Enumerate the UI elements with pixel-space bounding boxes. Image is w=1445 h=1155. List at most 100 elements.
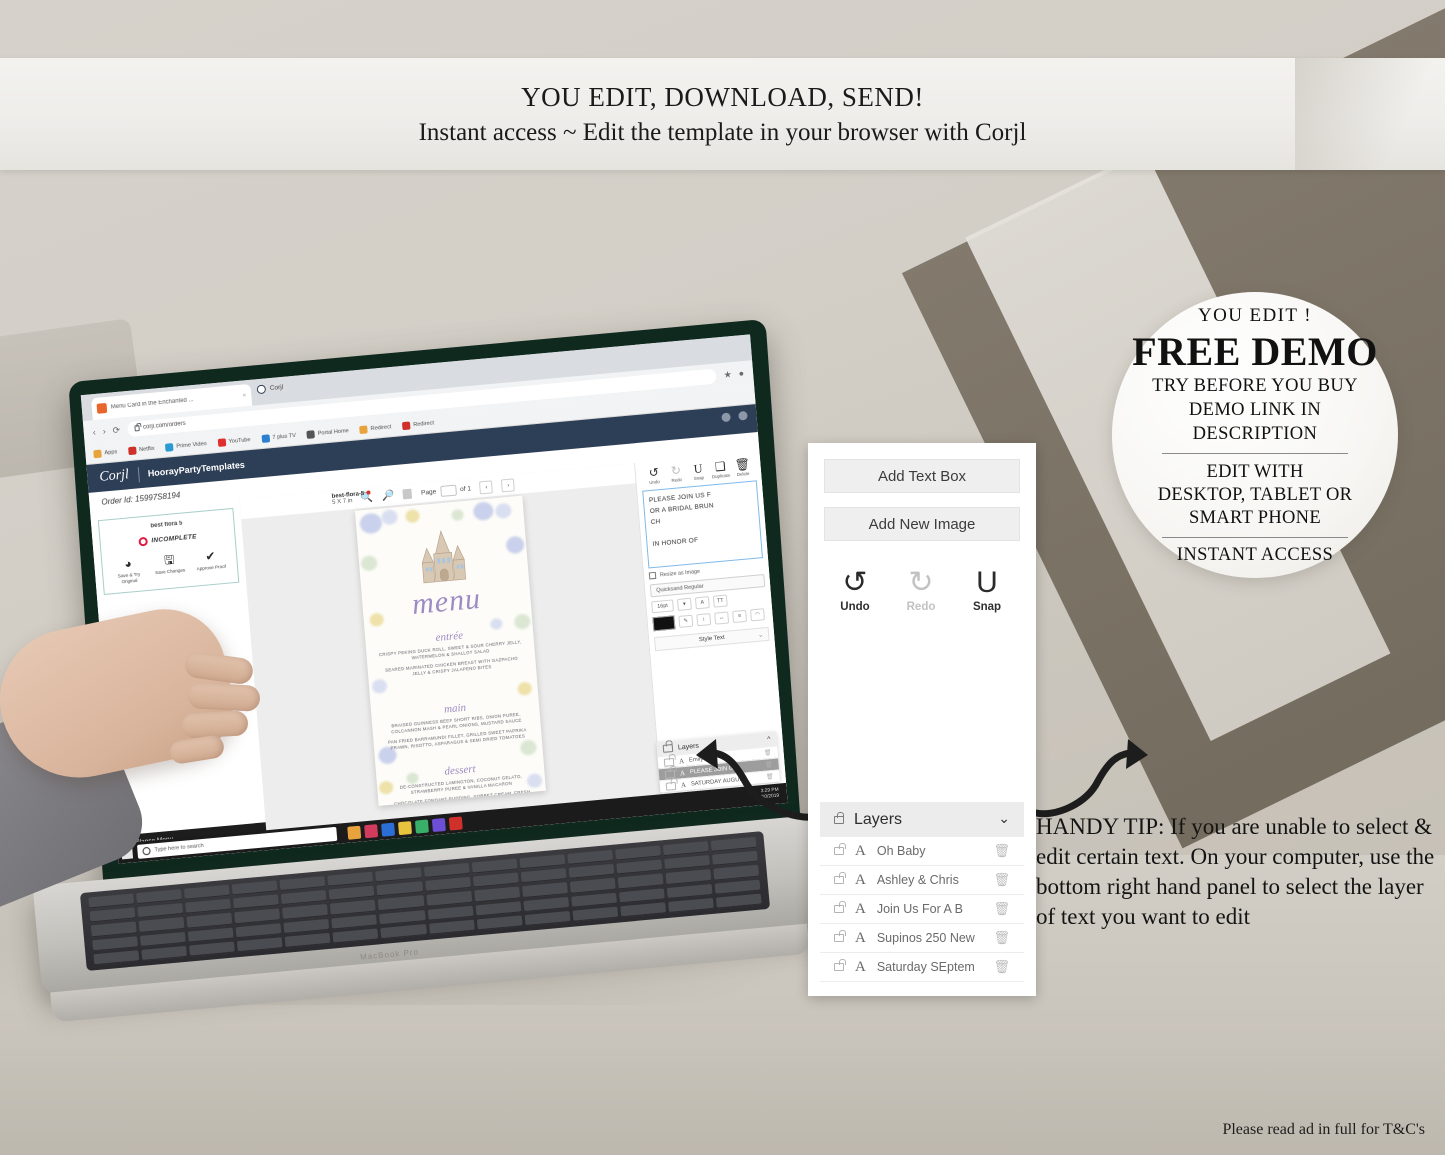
- add-text-box-button[interactable]: Add Text Box: [824, 459, 1020, 493]
- redo-icon[interactable]: ↻ Redo: [896, 567, 946, 614]
- menu-design-card[interactable]: menu entrée CRISPY PEKING DUCK ROLL, SWEE…: [354, 495, 546, 806]
- header-divider: [137, 466, 140, 482]
- keyboard-key: [332, 928, 379, 944]
- chevron-down-icon[interactable]: ⌄: [998, 811, 1010, 828]
- tool-label: Undo: [840, 601, 870, 613]
- cart-icon[interactable]: [721, 412, 731, 423]
- unlock-icon[interactable]: [834, 959, 846, 971]
- tool-label: Duplicate: [711, 472, 731, 480]
- align-button[interactable]: ≡: [732, 609, 748, 624]
- layer-row[interactable]: A Join Us For A B 🗑: [820, 895, 1024, 924]
- delete-icon[interactable]: 🗑 Delete: [731, 457, 754, 478]
- tab-close-icon[interactable]: ×: [242, 391, 247, 399]
- redo-icon[interactable]: ↻ Redo: [665, 463, 688, 484]
- trash-icon[interactable]: 🗑: [993, 872, 1010, 888]
- panel-actions: Add Text Box Add New Image: [808, 443, 1036, 555]
- order-id: Order Id: 15997S8194: [101, 490, 181, 507]
- back-icon[interactable]: ‹: [92, 427, 96, 437]
- demo-sub1: TRY BEFORE YOU BUY: [1152, 375, 1358, 396]
- layers-header[interactable]: Layers ⌄: [820, 802, 1024, 837]
- bookmark-favicon-icon: [306, 429, 316, 439]
- duplicate-icon[interactable]: ❏ Duplicate: [709, 459, 732, 480]
- keyboard-key: [664, 855, 710, 871]
- bookmark-item[interactable]: Apps: [93, 448, 117, 458]
- keyboard-key: [666, 883, 713, 899]
- bookmark-item[interactable]: Prime Video: [165, 440, 207, 452]
- keyboard-key: [184, 884, 230, 900]
- layer-row[interactable]: A Ashley & Chris 🗑: [820, 866, 1024, 895]
- zoom-out-icon[interactable]: 🔎: [381, 490, 394, 502]
- keyboard-key: [231, 880, 278, 896]
- keyboard-key: [330, 899, 377, 916]
- layer-row[interactable]: A Saturday SEptem 🗑: [820, 953, 1024, 982]
- floral-element: [369, 612, 385, 627]
- unlock-icon[interactable]: [834, 843, 846, 855]
- trash-icon[interactable]: [402, 488, 413, 500]
- curve-text-button[interactable]: ◠: [750, 608, 765, 622]
- text-color-swatch[interactable]: [652, 615, 676, 632]
- prev-page-button[interactable]: ‹: [479, 479, 494, 494]
- font-size-stepper[interactable]: ▾: [677, 597, 692, 611]
- bookmark-item[interactable]: 7 plus TV: [261, 431, 296, 443]
- taskbar-app-icon[interactable]: [431, 817, 446, 832]
- line-height-button[interactable]: ↕: [696, 613, 712, 627]
- text-edit-textarea[interactable]: PLEASE JOIN US F OR A BRIDAL BRUN CH IN …: [642, 480, 763, 569]
- taskbar-app-icon[interactable]: [414, 819, 429, 834]
- snap-icon[interactable]: U Snap: [687, 461, 710, 482]
- page-input[interactable]: [439, 484, 457, 497]
- reload-icon[interactable]: ⟳: [112, 424, 120, 436]
- unlock-icon[interactable]: [665, 781, 677, 791]
- taskbar-app-icon[interactable]: [347, 825, 362, 840]
- next-page-button[interactable]: ›: [501, 477, 516, 492]
- unlock-icon[interactable]: [834, 901, 846, 913]
- keyboard-key: [379, 909, 426, 925]
- text-layer-icon: A: [855, 871, 866, 888]
- star-icon[interactable]: ★: [723, 369, 732, 381]
- trash-icon[interactable]: 🗑: [993, 843, 1010, 859]
- style-text-section[interactable]: Style Text ⌄: [653, 626, 770, 652]
- undo-icon[interactable]: ↺ Undo: [830, 567, 880, 614]
- trash-icon[interactable]: 🗑: [993, 901, 1010, 917]
- bookmark-item[interactable]: YouTube: [217, 436, 251, 447]
- uppercase-button[interactable]: TT: [712, 594, 728, 608]
- header-actions: [721, 410, 748, 423]
- layer-row[interactable]: A Oh Baby 🗑: [820, 837, 1024, 866]
- bookmark-item[interactable]: Redirect: [359, 423, 392, 434]
- bookmark-item[interactable]: Netflix: [127, 444, 155, 455]
- incomplete-dot-icon: [138, 536, 148, 547]
- keyboard-key: [665, 869, 712, 885]
- style-text-label: Style Text: [698, 634, 725, 644]
- forward-icon[interactable]: ›: [102, 426, 106, 436]
- browser-tab-secondary[interactable]: Corjl: [256, 383, 284, 395]
- keyboard-key: [471, 858, 518, 874]
- bookmark-label: YouTube: [228, 436, 251, 445]
- lock-icon: [662, 744, 674, 753]
- unlock-icon[interactable]: [834, 930, 846, 942]
- checkbox-icon: [648, 571, 657, 580]
- taskbar-app-icon[interactable]: [448, 815, 463, 831]
- layer-row[interactable]: A Supinos 250 New 🗑: [820, 924, 1024, 953]
- shop-name: HoorayPartyTemplates: [147, 459, 246, 479]
- taskbar-app-icon[interactable]: [381, 822, 396, 837]
- profile-icon[interactable]: ●: [738, 368, 744, 379]
- add-new-image-button[interactable]: Add New Image: [824, 507, 1020, 541]
- trash-icon[interactable]: 🗑: [993, 930, 1010, 946]
- trash-icon[interactable]: 🗑: [993, 959, 1010, 975]
- taskbar-app-icon[interactable]: [397, 820, 412, 835]
- keyboard-key: [93, 949, 140, 966]
- letter-spacing-button[interactable]: ↔: [714, 611, 730, 625]
- bold-button[interactable]: A: [694, 596, 710, 610]
- unlock-icon[interactable]: [834, 872, 846, 884]
- menu-section-items: BRAISED GUINNESS BEEF SHORT RIBS, ONION …: [384, 711, 530, 756]
- font-size-input[interactable]: 16pt: [651, 599, 674, 614]
- bookmark-item[interactable]: Portal Home: [306, 427, 349, 439]
- bookmark-label: Prime Video: [176, 440, 207, 450]
- undo-icon[interactable]: ↺ Undo: [642, 465, 665, 486]
- bookmark-favicon-icon: [93, 449, 102, 458]
- menu-icon[interactable]: [738, 410, 748, 421]
- taskbar-app-icon[interactable]: [364, 823, 379, 838]
- snap-magnet-icon[interactable]: U Snap: [962, 567, 1012, 614]
- keyboard-key: [279, 875, 326, 892]
- bookmark-item[interactable]: Redirect: [402, 419, 434, 430]
- eyedropper-button[interactable]: ✎: [678, 614, 694, 628]
